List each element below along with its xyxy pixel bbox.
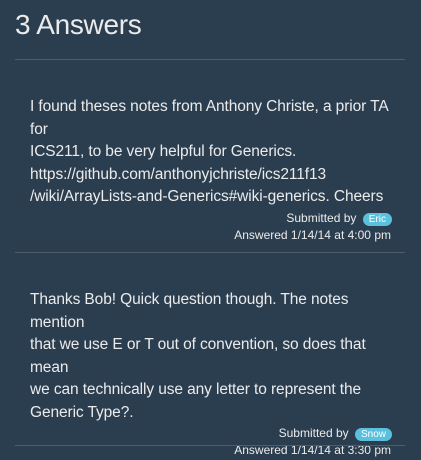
submitted-by-label: Submitted by (278, 426, 349, 440)
answer-text-line: Generic Type?. (30, 403, 134, 421)
submitted-by-row: Submitted by Snow (30, 425, 395, 442)
answer-text-line: that we use E or T out of convention, so… (30, 336, 366, 376)
answer-text-line: I found theses notes from Anthony Christ… (30, 98, 388, 138)
divider (15, 445, 405, 446)
answer-text: I found theses notes from Anthony Christ… (30, 96, 395, 209)
author-badge[interactable]: Eric (362, 212, 392, 226)
answer-text-line: /wiki/ArrayLists-and-Generics#wiki-gener… (30, 188, 384, 205)
author-badge[interactable]: Snow (354, 428, 392, 441)
page-title: 3 Answers (15, 9, 142, 40)
submitted-by-label: Submitted by (286, 210, 357, 225)
answer-text-line: Thanks Bob! Quick question though. The n… (30, 291, 349, 331)
answered-timestamp: Answered 1/14/14 at 4:00 pm (234, 227, 391, 242)
answer-card: I found theses notes from Anthony Christ… (30, 96, 395, 244)
divider (15, 252, 405, 253)
answer-text-line: we can technically use any letter to rep… (30, 381, 362, 398)
answer-card: Thanks Bob! Quick question though. The n… (30, 289, 395, 459)
answer-text-line: https://github.com/anthonyjchriste/ics21… (30, 165, 327, 183)
answer-text: Thanks Bob! Quick question though. The n… (30, 289, 395, 424)
submitted-by-row: Submitted by Eric (30, 210, 395, 227)
divider (15, 59, 405, 60)
answer-text-line: ICS211, to be very helpful for Generics. (30, 143, 297, 160)
